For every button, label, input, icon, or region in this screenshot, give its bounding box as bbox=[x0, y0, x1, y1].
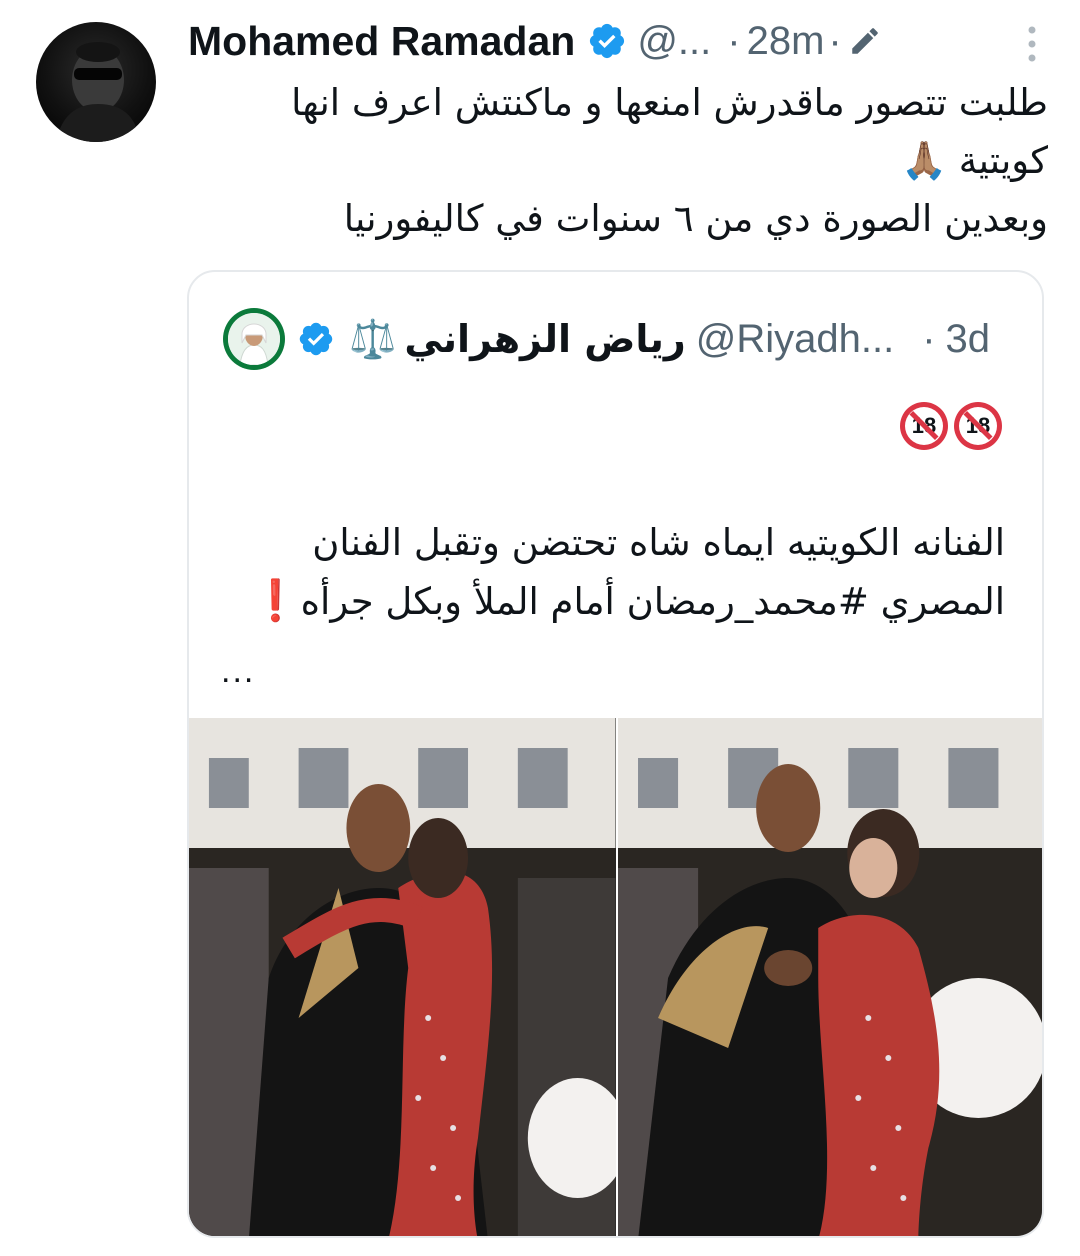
quoted-text-line-content[interactable]: المصري #محمد_رمضان أمام الملأ وبكل جرأه bbox=[301, 580, 1005, 623]
tweet-text: طلبت تتصور ماقدرش امنعها و ماكنتش اعرف ا… bbox=[188, 74, 1048, 248]
media-photo-right[interactable] bbox=[617, 718, 1042, 1236]
tweet-text-line: طلبت تتصور ماقدرش امنعها و ماكنتش اعرف ا… bbox=[291, 81, 1048, 124]
scales-badge: ⚖️ bbox=[349, 316, 397, 361]
show-more-ellipsis[interactable]: ... bbox=[221, 652, 255, 691]
quoted-text-line: الفنانه الكويتيه ايماه شاه تحتضن وتقبل ا… bbox=[312, 521, 1005, 564]
tweet-text-line: كويتية 🙏🏽 bbox=[900, 139, 1048, 182]
separator-dot: · bbox=[727, 18, 741, 63]
quoted-tweet-card[interactable]: ⚖️ رياض الزهراني @Riyadh... · 3d 18 18 ا… bbox=[187, 270, 1044, 1238]
exclamation-icon: ❗ bbox=[250, 578, 301, 624]
quoted-author-avatar[interactable] bbox=[223, 308, 285, 370]
quoted-tweet-header: ⚖️ رياض الزهراني @Riyadh... · 3d bbox=[223, 306, 1009, 372]
quoted-media[interactable] bbox=[189, 718, 1042, 1236]
tweet-text-line: وبعدين الصورة دي من ٦ سنوات في كاليفورني… bbox=[343, 197, 1048, 240]
tweet-header: Mohamed Ramadan @... · 28m · bbox=[188, 16, 1048, 66]
author-handle[interactable]: @... bbox=[637, 19, 711, 64]
no-under-18-icon: 18 bbox=[954, 402, 1002, 450]
more-vertical-icon[interactable] bbox=[1026, 24, 1038, 64]
no-under-18-icon: 18 bbox=[900, 402, 948, 450]
author-avatar[interactable] bbox=[36, 22, 156, 142]
author-name[interactable]: Mohamed Ramadan bbox=[188, 18, 575, 65]
quoted-text-line: المصري #محمد_رمضان أمام الملأ وبكل جرأه❗ bbox=[219, 572, 1005, 631]
verified-badge-icon bbox=[590, 23, 625, 59]
edit-pencil-icon[interactable] bbox=[848, 24, 882, 58]
media-photo-left[interactable] bbox=[189, 718, 618, 1236]
separator-dot: · bbox=[828, 18, 842, 63]
no-under-18-emojis: 18 18 bbox=[900, 402, 1002, 450]
quoted-author-handle[interactable]: @Riyadh... bbox=[696, 317, 894, 362]
verified-badge-icon bbox=[299, 322, 333, 356]
separator-dot: · bbox=[922, 316, 936, 361]
tweet-timestamp[interactable]: 28m bbox=[747, 19, 825, 64]
quoted-tweet-timestamp[interactable]: 3d bbox=[946, 317, 991, 362]
quoted-tweet-text: الفنانه الكويتيه ايماه شاه تحتضن وتقبل ا… bbox=[219, 514, 1005, 631]
quoted-author-name[interactable]: رياض الزهراني bbox=[404, 317, 685, 361]
